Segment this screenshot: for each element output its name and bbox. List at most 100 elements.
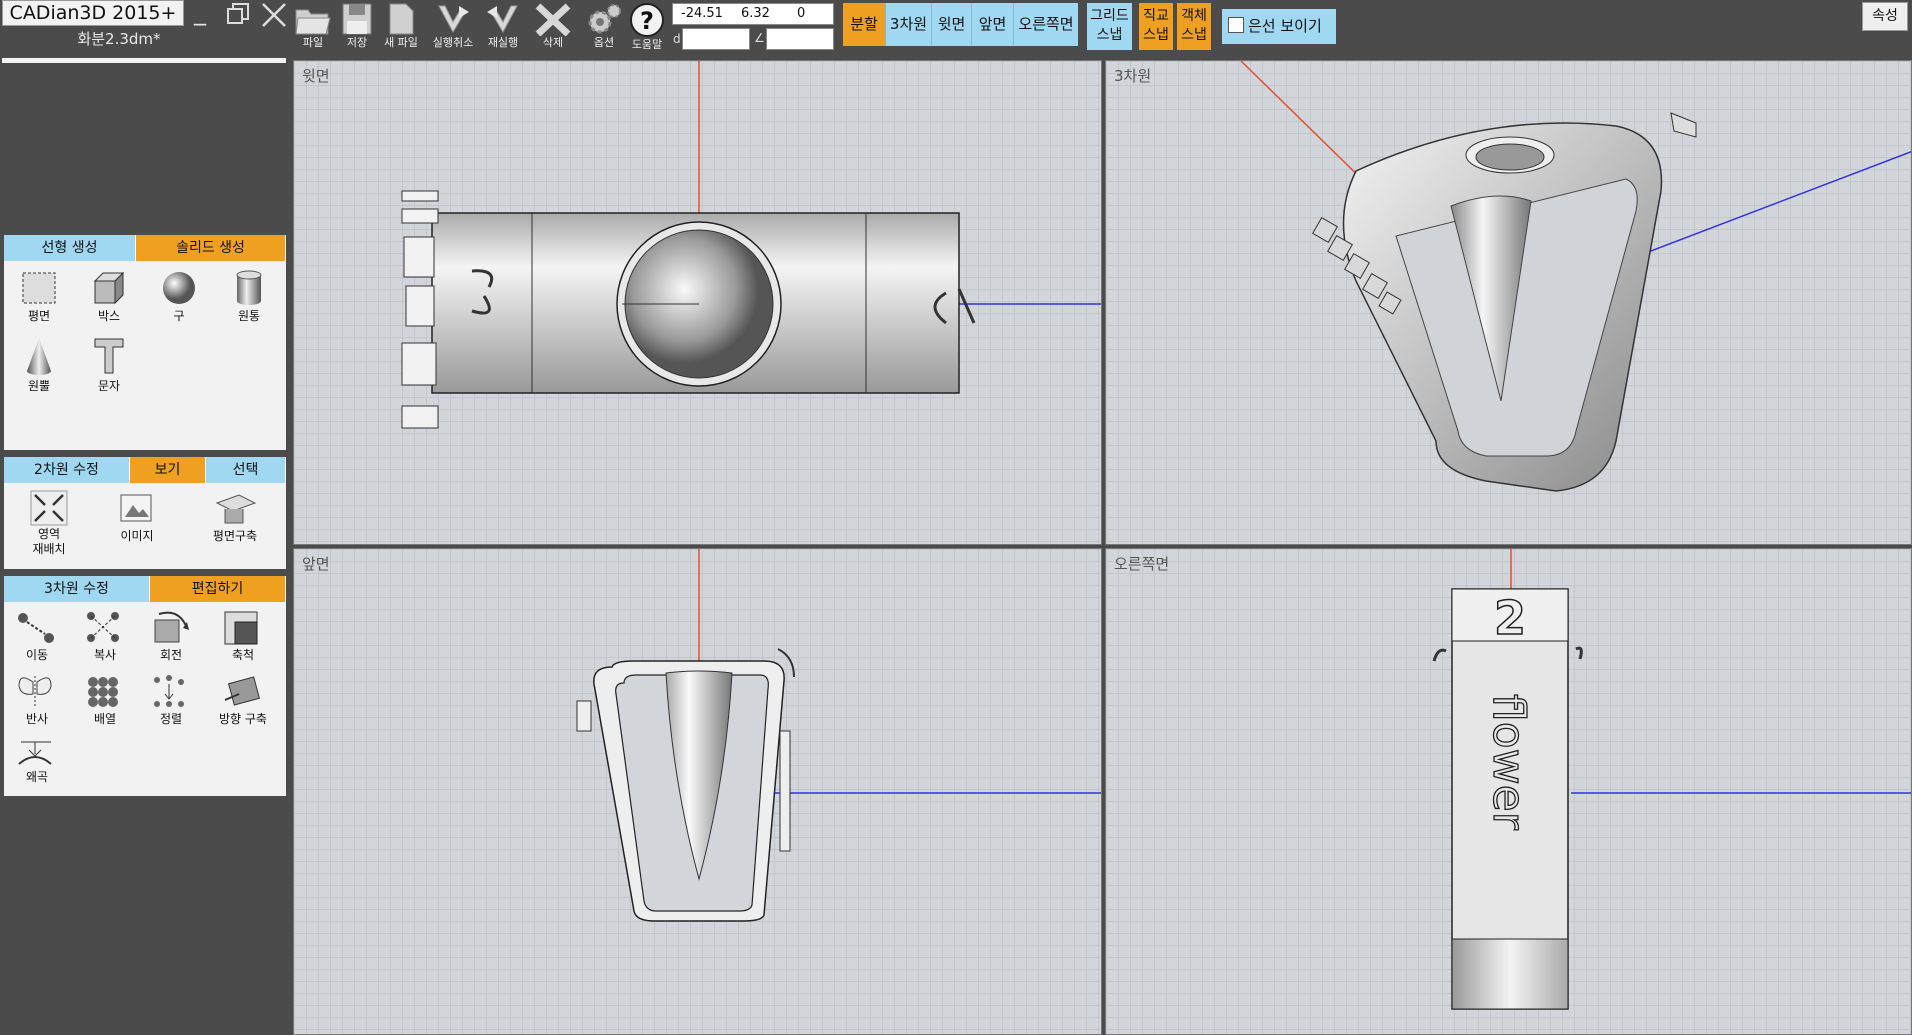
butterfly-icon xyxy=(18,676,52,706)
viewport-front[interactable]: 앞면 xyxy=(293,548,1102,1035)
orient-construct-tool[interactable]: 방향 구축 xyxy=(212,672,274,727)
document-name: 화분2.3dm* xyxy=(77,30,161,48)
text-tool[interactable]: 문자 xyxy=(78,335,140,394)
delete-button[interactable]: 삭제 xyxy=(532,0,574,56)
top-view-scene xyxy=(401,61,1101,429)
tab-3d-modify[interactable]: 3차원 수정 xyxy=(4,576,150,602)
tab-right-view[interactable]: 오른쪽면 xyxy=(1014,3,1078,46)
app-title: CADian3D 2015+ xyxy=(2,0,184,26)
array-tool[interactable]: 배열 xyxy=(74,672,136,727)
distance-input[interactable] xyxy=(682,28,750,50)
properties-button[interactable]: 속성 xyxy=(1862,2,1908,31)
tab-top-view[interactable]: 윗면 xyxy=(932,3,972,46)
angle-label: ∠ xyxy=(754,31,765,45)
tab-view[interactable]: 보기 xyxy=(130,457,206,483)
viewport-top[interactable]: 윗면 xyxy=(293,60,1102,545)
align-icon xyxy=(154,675,184,707)
close-icon[interactable] xyxy=(261,2,287,32)
redo-icon xyxy=(487,5,518,34)
modify3d-group: 3차원 수정 편집하기 이동 복사 회전 축척 반사 배열 정렬 방향 구축 왜… xyxy=(4,576,286,796)
model-word-text: flower xyxy=(1483,694,1534,831)
viewport-3d[interactable]: 3차원 xyxy=(1105,60,1912,545)
creation-group: 선형 생성 솔리드 생성 평면 박스 구 원통 원뿔 문자 xyxy=(4,235,286,450)
options-button[interactable]: 옵션 xyxy=(584,0,624,56)
tab-split-view[interactable]: 분할 xyxy=(843,3,886,46)
cone-tool[interactable]: 원뿔 xyxy=(8,335,70,394)
align-tool[interactable]: 정렬 xyxy=(140,672,202,727)
tab-front-view[interactable]: 앞면 xyxy=(972,3,1014,46)
cone-icon xyxy=(27,338,51,375)
restore-icon[interactable] xyxy=(226,2,250,30)
distance-label: d xyxy=(673,32,681,46)
viewport-right[interactable]: 오른쪽면 2 flower xyxy=(1105,548,1912,1035)
move-tool[interactable]: 이동 xyxy=(6,608,68,663)
arrows-inward-icon xyxy=(30,490,68,526)
undo-button[interactable]: 실행취소 xyxy=(428,0,478,56)
array-icon xyxy=(88,677,118,707)
delete-x-icon xyxy=(535,3,571,36)
scale-tool[interactable]: 축척 xyxy=(212,608,274,663)
rearrange-region-tool[interactable]: 영역 재배치 xyxy=(18,489,80,557)
rotate-icon xyxy=(154,611,189,643)
coord-y: 6.32 xyxy=(741,6,770,21)
undo-icon xyxy=(438,5,469,34)
plane-tool[interactable]: 평면 xyxy=(8,269,70,324)
plane-construct-tool[interactable]: 평면구축 xyxy=(204,489,266,544)
orient-icon xyxy=(224,676,261,706)
top-toolbar: CADian3D 2015+ 화분2.3dm* _ 파일 저장 새 파일 실행취… xyxy=(0,0,1912,58)
mirror-tool[interactable]: 반사 xyxy=(6,672,68,727)
box-tool[interactable]: 박스 xyxy=(78,269,140,324)
cylinder-icon xyxy=(236,270,262,305)
text-t-icon xyxy=(94,338,124,374)
warp-icon xyxy=(18,741,52,765)
cylinder-tool[interactable]: 원통 xyxy=(218,269,280,324)
hidden-lines-checkbox[interactable] xyxy=(1228,17,1244,33)
open-file-button[interactable]: 파일 xyxy=(292,0,334,56)
minimize-icon[interactable]: _ xyxy=(194,0,206,24)
tab-3d-view[interactable]: 3차원 xyxy=(886,3,932,46)
box-icon xyxy=(93,271,125,305)
coord-x: -24.51 xyxy=(681,6,723,21)
rotate-tool[interactable]: 회전 xyxy=(140,608,202,663)
document-icon xyxy=(389,3,414,35)
sphere-icon xyxy=(163,272,195,304)
panel-divider xyxy=(2,58,286,63)
image-tool[interactable]: 이미지 xyxy=(106,489,168,544)
plane-icon xyxy=(22,272,56,304)
object-snap-toggle[interactable]: 객체 스냅 xyxy=(1177,3,1211,50)
ortho-snap-toggle[interactable]: 직교 스냅 xyxy=(1139,3,1173,50)
save-button[interactable]: 저장 xyxy=(338,0,376,56)
model-number-text: 2 xyxy=(1494,591,1526,645)
coordinate-input[interactable]: -24.51 6.32 0 xyxy=(672,3,834,25)
redo-button[interactable]: 재실행 xyxy=(480,0,526,56)
angle-input[interactable] xyxy=(766,28,834,50)
move-icon xyxy=(18,613,54,643)
show-hidden-lines-toggle[interactable]: 은선 보이기 xyxy=(1222,9,1336,44)
modify2d-group: 2차원 수정 보기 선택 영역 재배치 이미지 평면구축 xyxy=(4,457,286,569)
help-button[interactable]: ? 도움말 xyxy=(626,0,668,56)
plane-construct-icon xyxy=(215,494,257,524)
copy-icon xyxy=(87,612,119,642)
coord-z: 0 xyxy=(797,6,806,21)
tab-solid-create[interactable]: 솔리드 생성 xyxy=(136,235,286,261)
tab-2d-modify[interactable]: 2차원 수정 xyxy=(4,457,130,483)
grid-snap-toggle[interactable]: 그리드 스냅 xyxy=(1087,3,1132,50)
tool-panel: 선형 생성 솔리드 생성 평면 박스 구 원통 원뿔 문자 2차원 수정 보기 … xyxy=(0,58,290,1035)
disk-icon xyxy=(342,3,372,35)
tab-line-create[interactable]: 선형 생성 xyxy=(4,235,136,261)
tab-select[interactable]: 선택 xyxy=(206,457,286,483)
help-icon: ? xyxy=(630,3,664,37)
copy-tool[interactable]: 복사 xyxy=(74,608,136,663)
right-view-scene: 2 flower xyxy=(1432,549,1911,1010)
image-icon xyxy=(120,494,152,522)
folder-icon xyxy=(295,9,331,35)
svg-text:?: ? xyxy=(640,7,654,35)
warp-tool[interactable]: 왜곡 xyxy=(6,736,68,785)
front-view-scene xyxy=(576,549,1101,922)
tab-edit[interactable]: 편집하기 xyxy=(150,576,286,602)
gear-icon xyxy=(588,4,621,34)
scale-icon xyxy=(224,611,258,645)
sphere-tool[interactable]: 구 xyxy=(148,269,210,324)
3d-view-scene xyxy=(1240,61,1911,492)
new-file-button[interactable]: 새 파일 xyxy=(380,0,422,56)
